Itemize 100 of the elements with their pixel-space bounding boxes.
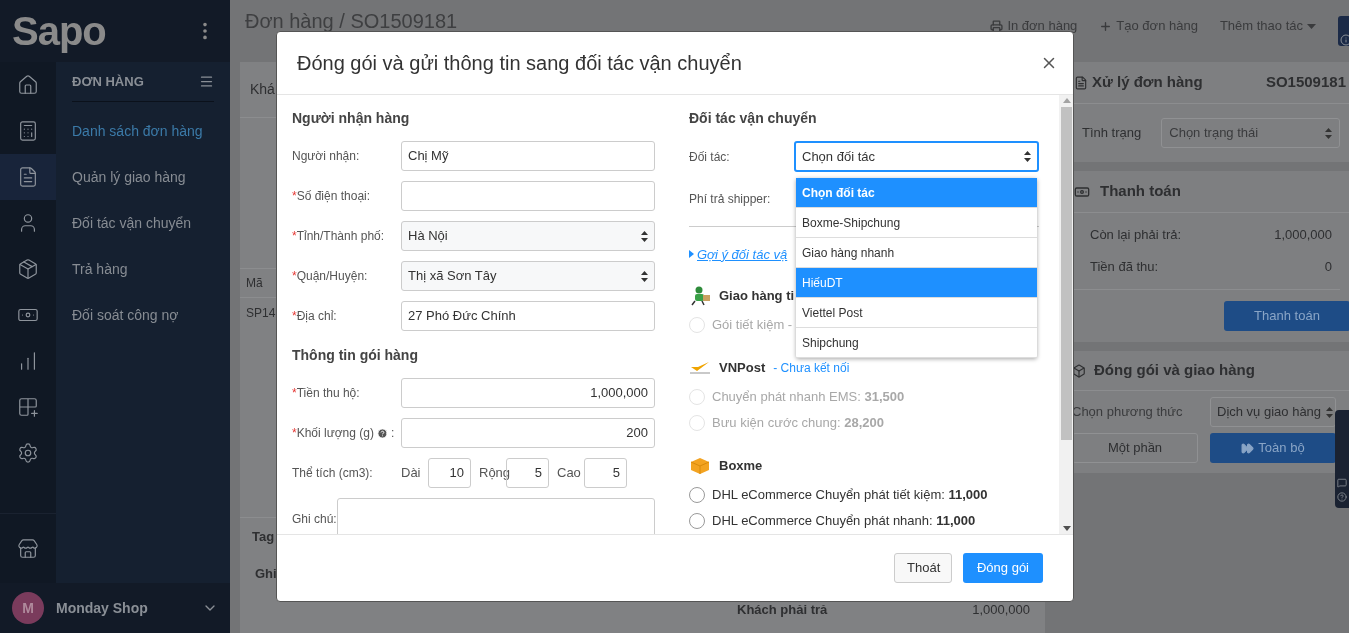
select-field[interactable]: Thị xã Sơn Tây xyxy=(401,261,655,291)
card-tab[interactable]: Khá xyxy=(250,79,275,100)
note-label: Ghi xyxy=(255,565,277,584)
input-field[interactable]: Chị Mỹ xyxy=(401,141,655,171)
payment-button[interactable]: Thanh toán xyxy=(1224,301,1349,331)
status-select[interactable]: Chọn trạng thái xyxy=(1161,118,1340,148)
menu-item[interactable]: Đối tác vận chuyển xyxy=(72,200,214,246)
menu-item[interactable]: Danh sách đơn hàng xyxy=(72,108,214,154)
section-heading: Thông tin gói hàng xyxy=(292,346,419,365)
field-label: Đối tác: xyxy=(689,148,731,166)
label-colon: : xyxy=(390,425,395,442)
dropdown-option[interactable]: Boxme-Shipchung xyxy=(796,208,1037,238)
field-label: *Địa chỉ: xyxy=(292,308,338,325)
option-label: Gói tiết kiệm - xyxy=(712,316,793,335)
document-icon xyxy=(17,166,39,188)
field-label: *Quận/Huyện: xyxy=(292,268,369,285)
field-label: *Khối lượng (g) xyxy=(292,425,374,442)
input-field[interactable]: 10 xyxy=(428,458,471,488)
order-code: SO1509181 xyxy=(1265,72,1346,93)
connect-status-link[interactable]: - Chưa kết nối xyxy=(773,359,850,377)
shipping-button[interactable]: Toàn bộ xyxy=(1210,433,1336,463)
cancel-button[interactable]: Thoát xyxy=(894,553,952,583)
field-label: *Tiền thu hộ: xyxy=(292,385,361,402)
field-label: Ghi chú: xyxy=(292,512,337,526)
dropdown-option[interactable]: Viettel Post xyxy=(796,298,1037,328)
field-label: *Số điện thoại: xyxy=(292,188,372,205)
store-icon[interactable] xyxy=(17,537,39,560)
calculator-icon xyxy=(17,120,39,142)
carrier-name: VNPost xyxy=(719,359,766,378)
modal-title: Đóng gói và gửi thông tin sang đối tác vận chuyển xyxy=(297,51,742,76)
table-cell-text: SP14 xyxy=(246,305,276,322)
pack-button[interactable]: Đóng gói xyxy=(963,553,1043,583)
input-field[interactable]: 1,000,000 xyxy=(401,378,655,408)
select-caret-icon xyxy=(641,230,648,242)
field-label: Tình trạng xyxy=(1082,124,1142,143)
field-label: *Tỉnh/Thành phố: xyxy=(292,228,386,245)
avatar: M xyxy=(12,592,44,624)
plus-icon xyxy=(1099,19,1113,33)
field-label: Người nhận: xyxy=(292,148,361,165)
chat-icon[interactable] xyxy=(1337,478,1347,488)
menu-icon[interactable] xyxy=(199,74,214,89)
carrier-name: Giao hàng ti xyxy=(719,287,795,306)
field-label: Cao xyxy=(557,464,582,483)
field-value: 1,000,000 xyxy=(1274,226,1332,245)
select-caret-icon xyxy=(1325,127,1332,139)
input-field[interactable]: 5 xyxy=(584,458,627,488)
section-heading: Người nhận hàng xyxy=(292,109,411,128)
grid-plus-icon xyxy=(17,396,39,418)
input-field[interactable]: 200 xyxy=(401,418,655,448)
fast-forward-icon xyxy=(1241,441,1255,455)
dropdown-option[interactable]: HiếuDT xyxy=(796,268,1037,298)
select-field[interactable]: Hà Nội xyxy=(401,221,655,251)
scroll-down-icon[interactable] xyxy=(1062,526,1071,531)
menu-item[interactable]: Quản lý giao hàng xyxy=(72,154,214,200)
suggest-link[interactable]: Gợi ý đối tác vậ xyxy=(689,244,788,264)
section-heading: Đối tác vận chuyển xyxy=(689,109,818,128)
printer-icon xyxy=(990,19,1004,33)
post-logo-icon xyxy=(689,361,711,375)
carrier-name: Boxme xyxy=(719,457,763,476)
caret-icon xyxy=(1307,23,1316,29)
card-title: Xử lý đơn hàng xyxy=(1092,72,1203,93)
card-title: Thanh toán xyxy=(1100,181,1181,202)
select-caret-icon xyxy=(1024,151,1031,162)
dropdown-option[interactable]: Shipchung xyxy=(796,328,1037,358)
document-icon xyxy=(1074,75,1088,90)
field-value: 0 xyxy=(1324,258,1332,277)
card-title: Đóng gói và giao hàng xyxy=(1094,360,1255,381)
menu-item[interactable]: Đối soát công nợ xyxy=(72,292,214,338)
field-label: Còn lại phải trả: xyxy=(1090,226,1182,245)
partner-select[interactable]: Chọn đối tác xyxy=(794,141,1039,172)
option-label: DHL eCommerce Chuyển phát tiết kiệm: 11,000 xyxy=(712,486,988,505)
menu-item[interactable]: Trả hàng xyxy=(72,246,214,292)
input-field[interactable] xyxy=(401,181,655,211)
rail-item[interactable] xyxy=(0,154,56,200)
option-label: DHL eCommerce Chuyển phát nhanh: 11,000 xyxy=(712,512,976,531)
field-label: Dài xyxy=(401,464,422,483)
select-caret-icon xyxy=(1326,406,1333,418)
help-widget[interactable] xyxy=(1335,410,1349,508)
option-label: Chuyển phát nhanh EMS: 31,500 xyxy=(712,388,905,407)
select-caret-icon xyxy=(641,270,648,282)
method-select[interactable]: Dịch vụ giao hàng xyxy=(1210,397,1336,427)
box-logo-icon xyxy=(690,457,710,475)
total-value: 1,000,000 xyxy=(972,601,1030,620)
scrollbar[interactable] xyxy=(1059,95,1073,534)
dropdown-option[interactable]: Chọn đối tác xyxy=(796,178,1037,208)
box-icon xyxy=(17,258,39,280)
shop-name: Monday Shop xyxy=(56,598,149,618)
house-icon xyxy=(17,74,39,96)
tag-label: Tag xyxy=(252,528,275,547)
settings-icon xyxy=(17,442,39,464)
scroll-up-icon[interactable] xyxy=(1062,98,1071,103)
input-field[interactable]: 27 Phó Đức Chính xyxy=(401,301,655,331)
menu-title: ĐƠN HÀNG xyxy=(72,72,144,91)
brand-logo[interactable]: Sapo xyxy=(12,11,106,51)
box-icon xyxy=(1072,363,1086,378)
option-label: Bưu kiện cước chung: 28,200 xyxy=(712,414,884,433)
courier-logo-icon xyxy=(689,286,711,306)
column-header: Mã xyxy=(246,275,263,292)
field-label: Tiền đã thu: xyxy=(1090,258,1159,277)
field-label: Thể tích (cm3): xyxy=(292,465,374,482)
